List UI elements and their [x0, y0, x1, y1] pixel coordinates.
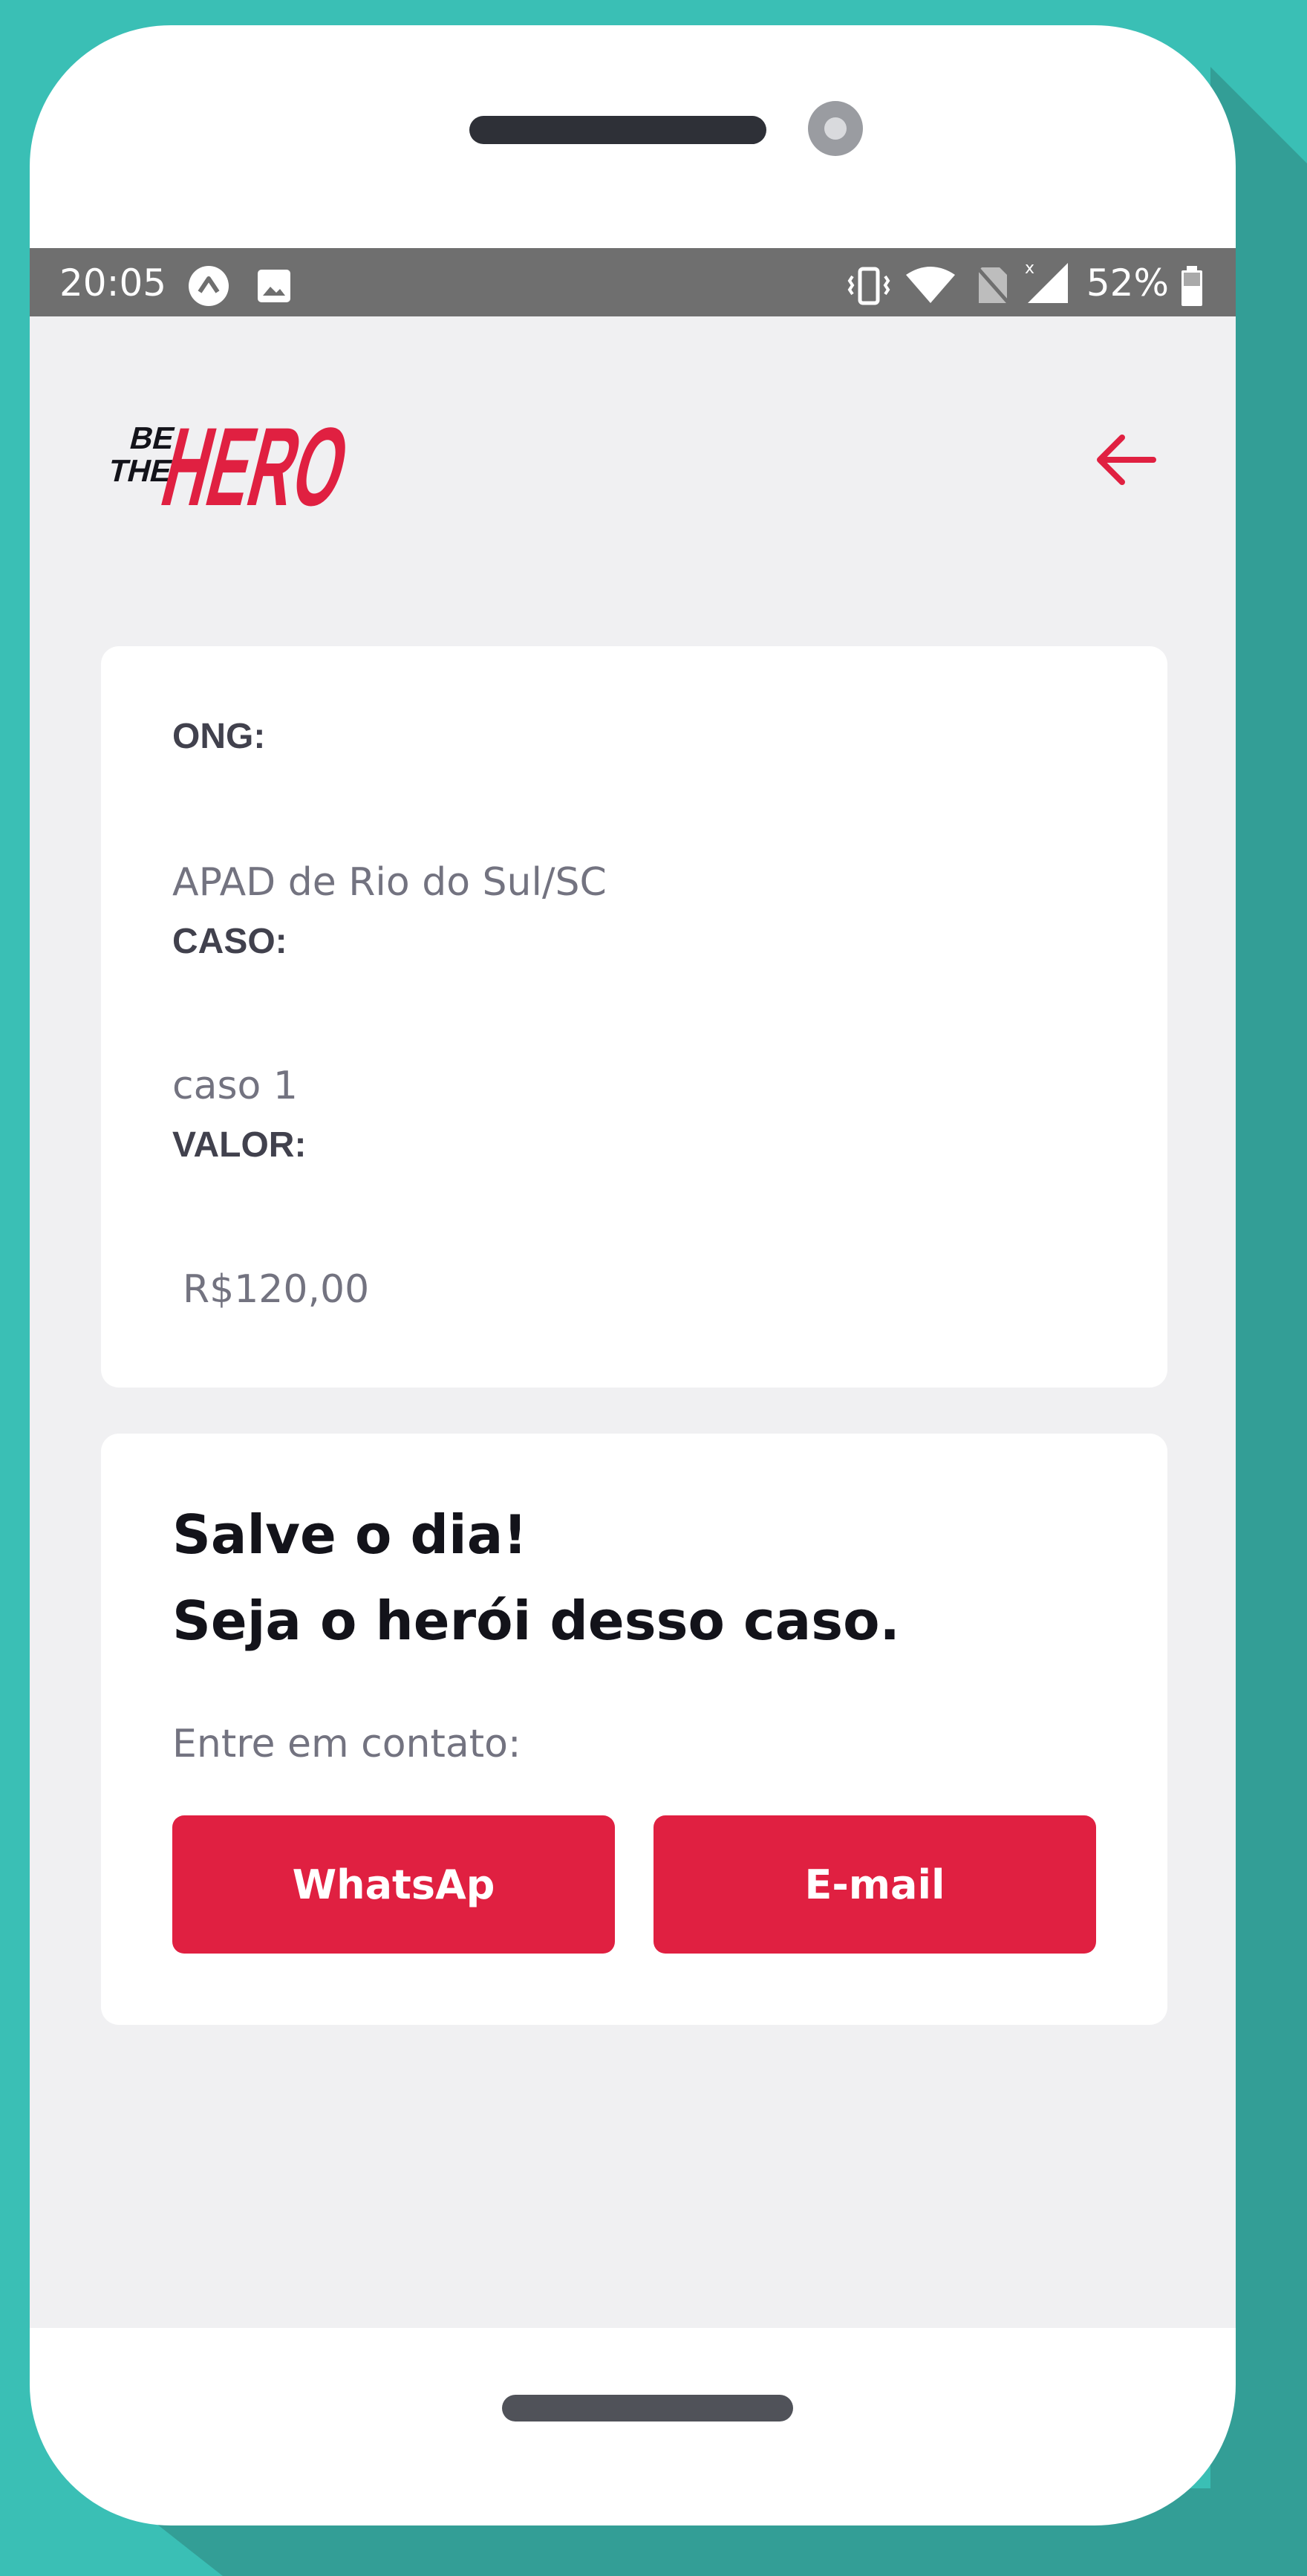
email-button[interactable]: E-mail — [654, 1815, 1096, 1954]
wifi-icon — [906, 267, 955, 303]
svg-text:x: x — [1025, 259, 1034, 278]
status-time: 20:05 — [59, 261, 167, 305]
battery-percent: 52% — [1086, 261, 1169, 305]
status-bar: 20:05 x 52% — [30, 248, 1236, 316]
arrow-left-icon — [1097, 435, 1156, 485]
logo-text-hero: HERO — [151, 405, 360, 515]
phone-speaker — [469, 116, 766, 144]
be-the-hero-logo: BE THE HERO — [105, 405, 360, 515]
ong-value: APAD de Rio do Sul/SC — [172, 860, 607, 905]
contact-subtitle: Entre em contato: — [172, 1722, 521, 1766]
image-notification-icon — [258, 270, 290, 302]
phone-camera — [808, 101, 863, 156]
home-indicator[interactable] — [502, 2395, 793, 2421]
case-value: caso 1 — [172, 1064, 298, 1108]
vibrate-icon — [847, 267, 890, 305]
signal-icon: x — [1025, 259, 1068, 303]
ong-label: ONG: — [172, 717, 266, 756]
whatsapp-button[interactable]: WhatsAp — [172, 1815, 615, 1954]
phone-frame: 20:05 x 52% BE THE HERO ONG: APAD de Rio… — [30, 25, 1236, 2525]
case-label: CASO: — [172, 922, 287, 961]
value-label: VALOR: — [172, 1125, 307, 1165]
battery-icon — [1181, 266, 1202, 306]
contact-title-line1: Salve o dia! — [172, 1503, 528, 1566]
app-screen: 20:05 x 52% BE THE HERO ONG: APAD de Rio… — [30, 248, 1236, 2328]
app-notification-icon — [189, 266, 229, 306]
contact-card: Salve o dia! Seja o herói desso caso. En… — [101, 1434, 1167, 2025]
no-sim-icon — [974, 264, 1011, 306]
contact-title-line2: Seja o herói desso caso. — [172, 1590, 900, 1652]
incident-card: ONG: APAD de Rio do Sul/SC CASO: caso 1 … — [101, 646, 1167, 1388]
value-amount: R$120,00 — [183, 1267, 370, 1312]
back-button[interactable] — [1084, 419, 1166, 501]
